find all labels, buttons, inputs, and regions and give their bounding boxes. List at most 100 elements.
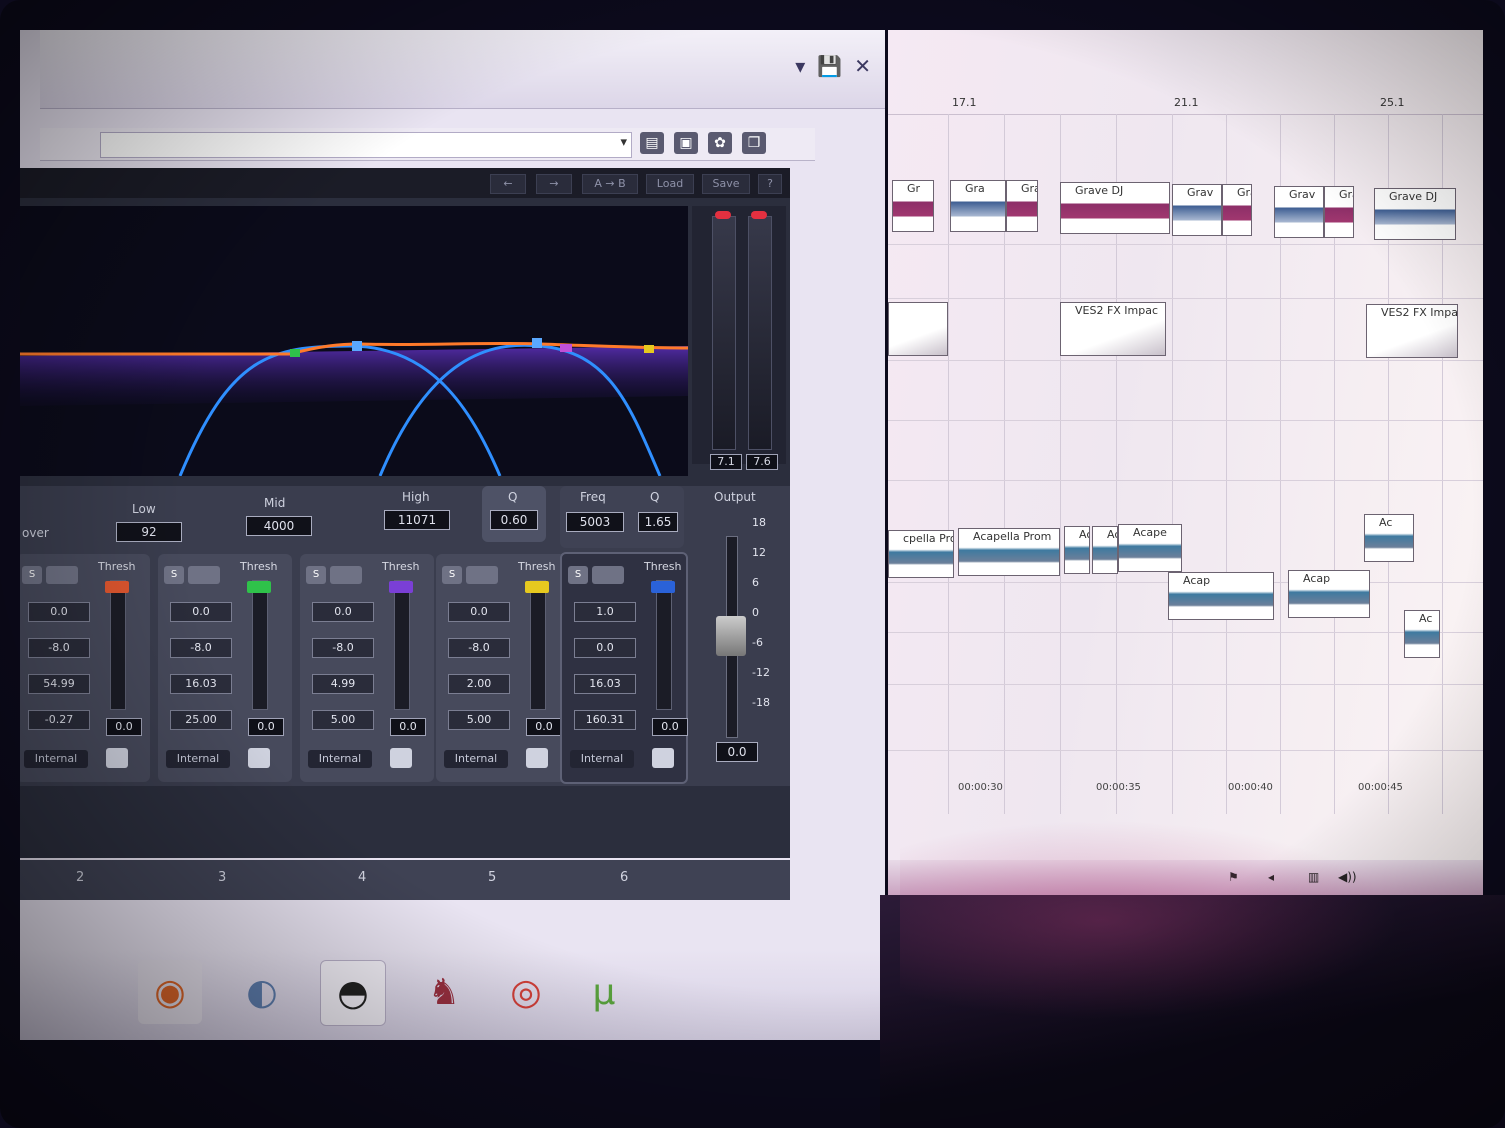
- gain-value[interactable]: 0.0: [312, 602, 374, 622]
- save-icon[interactable]: 💾: [817, 54, 842, 78]
- attack-value[interactable]: 54.99: [28, 674, 90, 694]
- solo-button[interactable]: S: [22, 566, 42, 584]
- thresh-fader[interactable]: [389, 580, 413, 710]
- node-band-6[interactable]: [560, 344, 572, 352]
- save-preset-icon[interactable]: ▣: [674, 132, 698, 154]
- low-crossover-value[interactable]: 92: [116, 522, 182, 542]
- fader-knob[interactable]: [389, 581, 413, 593]
- range-value[interactable]: -8.0: [28, 638, 90, 658]
- track-acapella-3[interactable]: Ac: [888, 610, 1483, 685]
- media-player-icon[interactable]: ◓: [320, 960, 386, 1026]
- attack-value[interactable]: 16.03: [574, 674, 636, 694]
- audio-clip[interactable]: Grave DJ: [1060, 182, 1170, 234]
- fader-knob[interactable]: [651, 581, 675, 593]
- undo-button[interactable]: ←: [490, 174, 526, 194]
- a-to-b-button[interactable]: A → B: [582, 174, 638, 194]
- firefox-icon[interactable]: ◉: [138, 960, 202, 1024]
- freq-value[interactable]: 5003: [566, 512, 624, 532]
- audio-clip[interactable]: Grave DJ: [1374, 188, 1456, 240]
- sidechain-mode[interactable]: Internal: [570, 750, 634, 768]
- attack-value[interactable]: 16.03: [170, 674, 232, 694]
- bypass-button[interactable]: [330, 566, 362, 584]
- fx-clip[interactable]: VES2 FX Impac: [1366, 304, 1458, 358]
- track-perc-2[interactable]: [888, 420, 1483, 481]
- fader-knob[interactable]: [525, 581, 549, 593]
- sidechain-mode[interactable]: Internal: [444, 750, 508, 768]
- range-value[interactable]: -8.0: [448, 638, 510, 658]
- solo-button[interactable]: S: [442, 566, 462, 584]
- node-band-7[interactable]: [644, 345, 654, 353]
- mode-button[interactable]: [652, 748, 674, 768]
- gain-value[interactable]: 0.0: [448, 602, 510, 622]
- fx-clip[interactable]: VES2 FX Impac: [1060, 302, 1166, 356]
- paint-icon[interactable]: ◐: [230, 960, 294, 1024]
- q-value[interactable]: 0.60: [490, 510, 538, 530]
- bypass-button[interactable]: [46, 566, 78, 584]
- audio-clip[interactable]: Gra: [1222, 184, 1252, 236]
- sidechain-mode[interactable]: Internal: [24, 750, 88, 768]
- thresh-value[interactable]: 0.0: [526, 718, 562, 736]
- track-empty[interactable]: [888, 244, 1483, 299]
- bypass-button[interactable]: [466, 566, 498, 584]
- fx-clip[interactable]: [888, 302, 948, 356]
- thresh-value[interactable]: 0.0: [106, 718, 142, 736]
- audio-clip[interactable]: Grav: [1172, 184, 1222, 236]
- mode-button[interactable]: [390, 748, 412, 768]
- sidechain-mode[interactable]: Internal: [166, 750, 230, 768]
- mode-button[interactable]: [248, 748, 270, 768]
- bypass-button[interactable]: [592, 566, 624, 584]
- release-value[interactable]: 5.00: [448, 710, 510, 730]
- release-value[interactable]: -0.27: [28, 710, 90, 730]
- preset-combo[interactable]: ▾: [100, 132, 632, 158]
- mid-crossover-value[interactable]: 4000: [246, 516, 312, 536]
- utorrent-icon[interactable]: µ: [572, 960, 636, 1024]
- thresh-fader[interactable]: [247, 580, 271, 710]
- vocal-clip[interactable]: Ac: [1064, 526, 1090, 574]
- track-perc-3[interactable]: [888, 684, 1483, 751]
- track-grave-dj[interactable]: Gr Gra Gra Grave DJ Grav Gra Grav Gra Gr…: [888, 170, 1483, 245]
- node-band-4[interactable]: [352, 341, 362, 351]
- audio-clip[interactable]: Grav: [1274, 186, 1324, 238]
- thresh-value[interactable]: 0.0: [390, 718, 426, 736]
- settings-icon[interactable]: ✿: [708, 132, 732, 154]
- app-icon[interactable]: ♞: [412, 960, 476, 1024]
- attack-value[interactable]: 4.99: [312, 674, 374, 694]
- attack-value[interactable]: 2.00: [448, 674, 510, 694]
- chrome-icon[interactable]: ◎: [494, 960, 558, 1024]
- vocal-clip[interactable]: Ac: [1364, 514, 1414, 562]
- thresh-fader[interactable]: [105, 580, 129, 710]
- save-button[interactable]: Save: [702, 174, 750, 194]
- fader-knob[interactable]: [105, 581, 129, 593]
- vocal-clip[interactable]: Acape: [1118, 524, 1182, 572]
- output-value[interactable]: 0.0: [716, 742, 758, 762]
- thresh-value[interactable]: 0.0: [248, 718, 284, 736]
- solo-button[interactable]: S: [164, 566, 184, 584]
- dropdown-arrow-icon[interactable]: ▾: [795, 54, 805, 78]
- audio-clip[interactable]: Gra: [1324, 186, 1354, 238]
- mode-button[interactable]: [526, 748, 548, 768]
- copy-icon[interactable]: ❐: [742, 132, 766, 154]
- load-button[interactable]: Load: [646, 174, 694, 194]
- range-value[interactable]: 0.0: [574, 638, 636, 658]
- eq-curve-display[interactable]: [20, 206, 689, 477]
- mode-button[interactable]: [106, 748, 128, 768]
- track-acapella-2[interactable]: Acap Acap: [888, 570, 1483, 633]
- gain-value[interactable]: 1.0: [574, 602, 636, 622]
- release-value[interactable]: 160.31: [574, 710, 636, 730]
- close-icon[interactable]: ✕: [854, 54, 871, 78]
- range-value[interactable]: -8.0: [170, 638, 232, 658]
- track-perc-1[interactable]: [888, 360, 1483, 421]
- arrangement-ruler[interactable]: 17.1 21.1 25.1: [888, 92, 1483, 115]
- release-value[interactable]: 5.00: [312, 710, 374, 730]
- redo-button[interactable]: →: [536, 174, 572, 194]
- range-value[interactable]: -8.0: [312, 638, 374, 658]
- band6-q-value[interactable]: 1.65: [638, 512, 678, 532]
- vocal-clip[interactable]: Acap: [1168, 572, 1274, 620]
- help-button[interactable]: ?: [758, 174, 782, 194]
- vocal-clip[interactable]: Ac: [1404, 610, 1440, 658]
- high-crossover-value[interactable]: 11071: [384, 510, 450, 530]
- sidechain-mode[interactable]: Internal: [308, 750, 372, 768]
- solo-button[interactable]: S: [306, 566, 326, 584]
- node-band-5[interactable]: [532, 338, 542, 348]
- vocal-clip[interactable]: Acapella Prom: [958, 528, 1060, 576]
